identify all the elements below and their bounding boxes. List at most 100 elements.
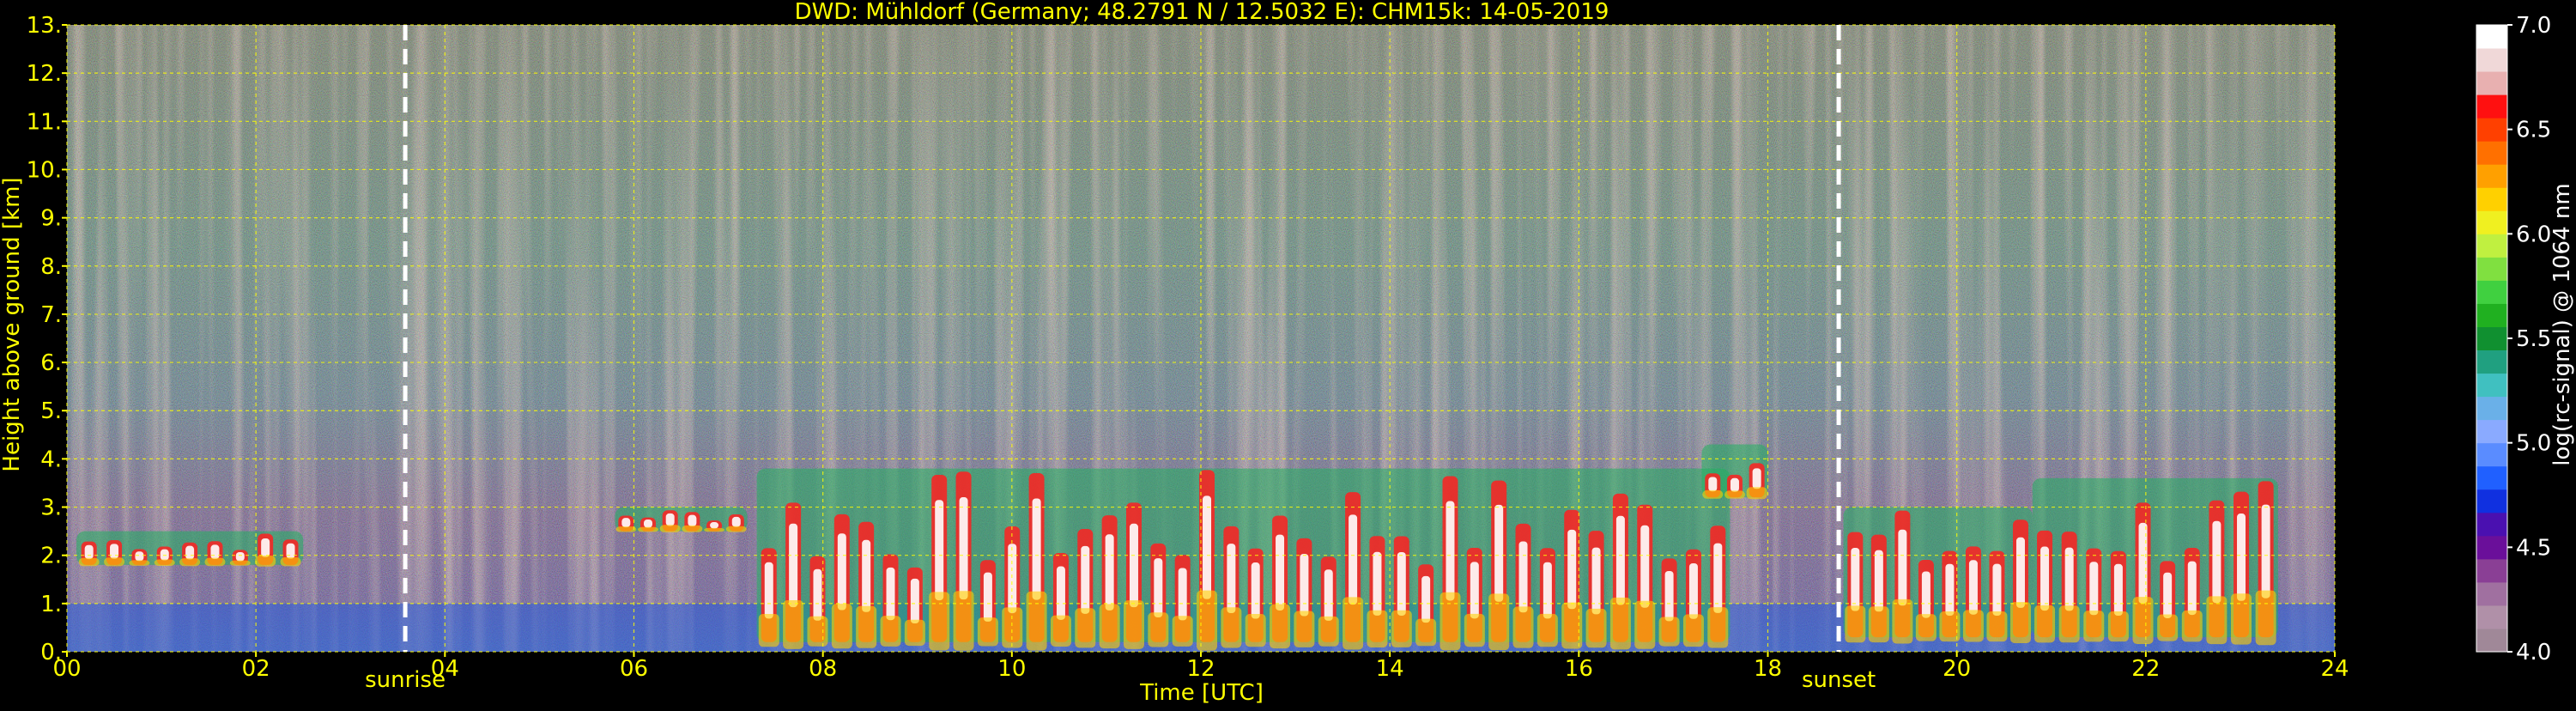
cloud-peak <box>886 567 895 621</box>
cloud-edge <box>1050 615 1071 647</box>
cloud-peak <box>983 572 992 622</box>
cloud-edge <box>1075 608 1096 648</box>
cloud-edge <box>1270 604 1291 649</box>
colorbar-segment <box>2476 442 2507 467</box>
cloud-peak <box>1730 477 1739 492</box>
cloud-edge <box>2157 614 2179 641</box>
cloud-peak <box>1921 571 1930 618</box>
colorbar-label: log(rc-signal) @ 1064 nm <box>2549 183 2575 465</box>
cloud-peak <box>286 543 295 559</box>
cloud-edge <box>2231 593 2252 645</box>
cloud-edge <box>2034 605 2056 643</box>
cloud-edge <box>929 592 950 651</box>
colorbar-segment <box>2476 48 2507 72</box>
cloud-edge <box>704 527 725 532</box>
cloud-edge <box>1702 489 1724 499</box>
colorbar-segment <box>2476 419 2507 444</box>
cloud-edge <box>1123 600 1144 649</box>
cloud-peak <box>1276 534 1285 611</box>
cloud-peak <box>1324 569 1333 621</box>
cloud-peak <box>1591 547 1601 615</box>
colorbar-segment <box>2476 396 2507 421</box>
cloud-peak <box>2015 537 2025 608</box>
cloud-peak <box>789 523 798 608</box>
cloud-edge <box>2107 611 2129 642</box>
y-tick-label: 8. <box>40 254 62 280</box>
cloud-peak <box>84 544 94 560</box>
cloud-edge <box>1915 614 1937 641</box>
cloud-peak <box>710 521 719 529</box>
cloud-peak <box>261 538 270 557</box>
cloud-peak <box>2113 563 2123 617</box>
colorbar-segment <box>2476 326 2507 351</box>
x-axis-label: Time [UTC] <box>1139 680 1264 706</box>
cloud-peak <box>935 500 944 601</box>
cloud-edge <box>1318 616 1339 647</box>
colorbar-tick-label: 5.5 <box>2516 326 2551 352</box>
chart-svg: sunrise sunset 00 02 04 06 08 10 12 14 16 18 20 22 24… <box>0 0 2575 706</box>
cloud-edge <box>1724 490 1745 499</box>
y-tick-label: 7. <box>40 302 62 328</box>
cloud-peak <box>1688 562 1698 619</box>
cloud-peak <box>185 545 195 560</box>
colorbar-tick-label: 6.5 <box>2516 118 2551 143</box>
cloud-edge <box>104 557 125 567</box>
cloud-edge <box>638 526 659 532</box>
cloud-edge <box>2255 590 2276 646</box>
colorbar-segment <box>2476 535 2507 560</box>
cloud-peak <box>1446 501 1455 601</box>
y-axis-label: Height above ground [km] <box>0 177 25 471</box>
cloud-peak <box>1251 562 1260 619</box>
cloud-peak <box>1992 563 2002 617</box>
cloud-peak <box>2163 572 2173 618</box>
cloud-edge <box>758 613 779 647</box>
cloud-edge <box>682 525 703 532</box>
y-tick-label: 3. <box>40 495 62 521</box>
colorbar-segment <box>2476 210 2507 234</box>
cloud-peak <box>2187 561 2197 616</box>
cloud-peak <box>1851 547 1860 611</box>
cloud-peak <box>1874 550 1883 612</box>
cloud-edge <box>1002 607 1023 648</box>
cloud-edge <box>1464 613 1485 647</box>
colorbar-segment <box>2476 373 2507 398</box>
colorbar-tick-label: 6.0 <box>2516 222 2551 247</box>
cloud-edge <box>1585 608 1607 648</box>
colorbar-tick-label: 5.0 <box>2516 431 2551 457</box>
cloud-peak <box>959 497 968 600</box>
colorbar-segment <box>2476 628 2507 653</box>
cloud-peak <box>1518 541 1528 613</box>
y-tick-label: 0. <box>40 640 62 665</box>
y-tick-label: 10. <box>27 157 62 183</box>
cloud-edge <box>1634 600 1656 649</box>
cloud-edge <box>1537 613 1558 647</box>
cloud-peak <box>1032 498 1041 600</box>
cloud-edge <box>783 600 804 649</box>
cloud-edge <box>807 616 828 647</box>
cloud-edge <box>129 560 150 566</box>
colorbar-segment <box>2476 581 2507 606</box>
cloud-edge <box>1682 614 1704 647</box>
cloud-peak <box>764 562 773 619</box>
cloud-edge <box>856 605 877 648</box>
cloud-peak <box>1154 558 1163 618</box>
cloud-peak <box>210 544 220 560</box>
cloud-peak <box>1373 551 1382 616</box>
cloud-edge <box>1415 618 1437 647</box>
cloud-peak <box>1056 566 1065 620</box>
cloud-edge <box>880 616 901 647</box>
cloud-edge <box>1609 597 1631 650</box>
cloud-edge <box>280 557 301 567</box>
x-tick-label: 20 <box>1943 656 1971 682</box>
colorbar-segment <box>2476 489 2507 514</box>
y-tick-label: 6. <box>40 350 62 376</box>
cloud-peak <box>862 539 871 612</box>
cloud-edge <box>1845 605 1866 643</box>
y-tick-label: 13. <box>27 13 62 39</box>
cloud-peak <box>1227 544 1236 614</box>
cloud-edge <box>1245 614 1266 647</box>
cloud-peak <box>235 551 245 562</box>
cloud-edge <box>2181 610 2203 642</box>
colorbar-tick-label: 4.5 <box>2516 535 2551 561</box>
cloud-edge <box>1512 606 1534 648</box>
